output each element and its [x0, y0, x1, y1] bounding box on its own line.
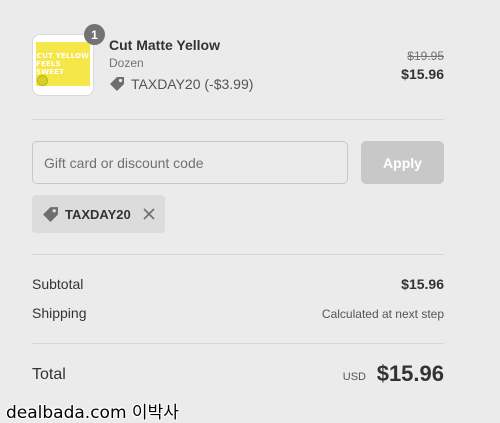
- subtotal-label: Subtotal: [32, 276, 84, 292]
- shipping-value: Calculated at next step: [321, 307, 444, 321]
- item-discount: TAXDAY20 (-$3.99): [109, 76, 253, 92]
- original-price: $19.95: [407, 49, 444, 63]
- watermark: dealbada.com 이박사: [6, 403, 179, 423]
- total-value: $15.96: [376, 361, 444, 386]
- product-variant: Dozen: [109, 56, 144, 70]
- total-label: Total: [32, 366, 66, 383]
- tag-icon: [110, 77, 124, 91]
- total-currency: USD: [342, 371, 366, 383]
- item-discount-text: TAXDAY20 (-$3.99): [131, 76, 254, 92]
- product-ball-image: [37, 75, 48, 86]
- item-price: $15.96: [401, 66, 444, 82]
- apply-button[interactable]: Apply: [361, 141, 444, 184]
- product-thumbnail: CUT YELLOW FEELS SWEET: [32, 34, 94, 96]
- shipping-label: Shipping: [32, 305, 87, 321]
- line-item: CUT YELLOW FEELS SWEET 1 Cut Matte Yello…: [32, 24, 444, 96]
- divider: [32, 343, 444, 344]
- divider: [32, 119, 444, 120]
- thumbnail-text-1: CUT YELLOW: [36, 52, 90, 60]
- close-icon: [143, 208, 155, 220]
- product-title: Cut Matte Yellow: [109, 37, 220, 53]
- discount-code-input[interactable]: [32, 141, 348, 184]
- remove-discount-button[interactable]: [143, 208, 155, 220]
- subtotal-value: $15.96: [401, 276, 444, 292]
- thumbnail-text-2: FEELS SWEET: [36, 60, 65, 76]
- tag-icon: [43, 206, 58, 222]
- quantity-badge: 1: [84, 24, 105, 45]
- applied-discount-code: TAXDAY20: [65, 206, 131, 222]
- applied-discount-tag: TAXDAY20: [32, 195, 165, 233]
- divider: [32, 254, 444, 255]
